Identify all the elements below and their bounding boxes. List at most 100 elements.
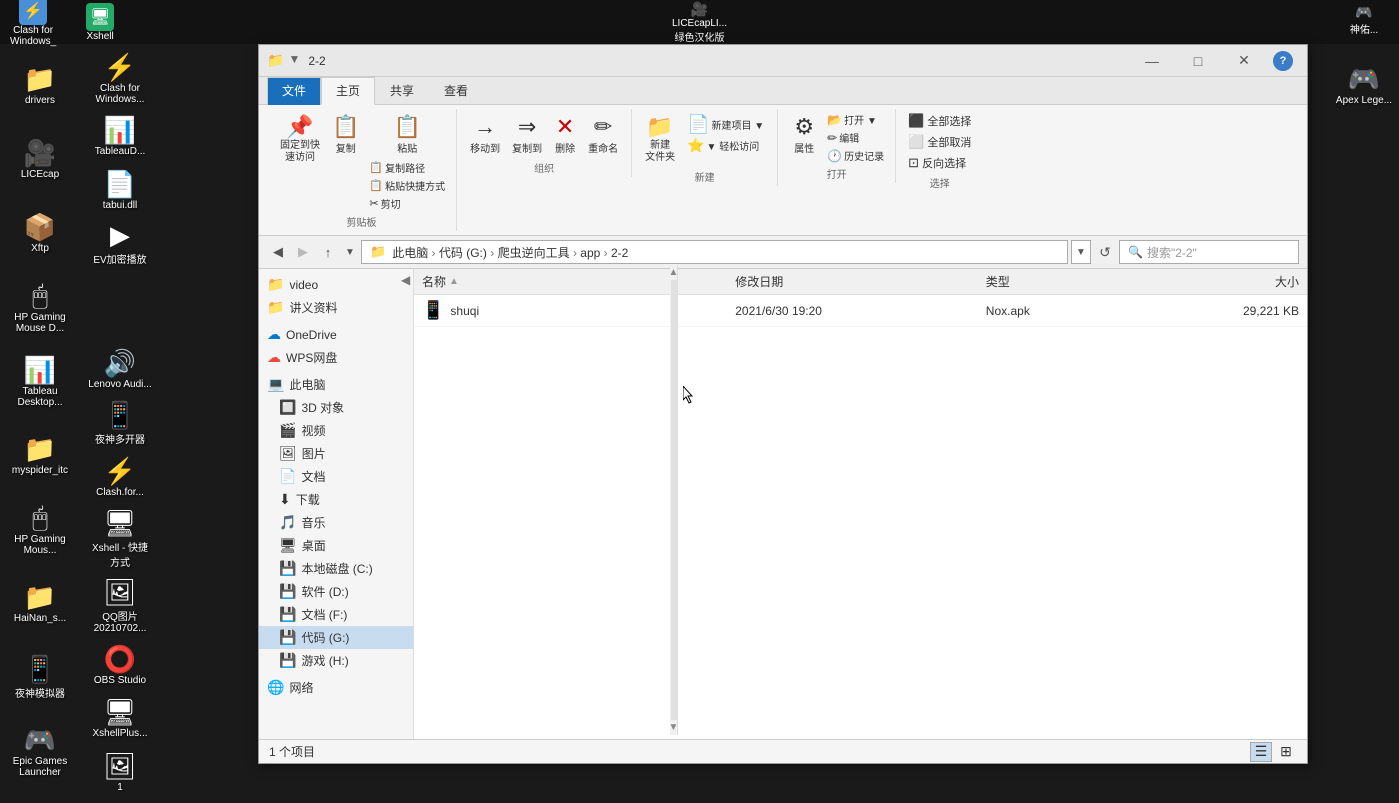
- right-desktop-area: 🎮 Apex Lege...: [1329, 44, 1399, 803]
- desktop-icon-drivers[interactable]: 📁 drivers: [4, 49, 76, 121]
- edit-btn[interactable]: ✏ 编辑: [824, 129, 887, 146]
- sidebar-item-network[interactable]: 🌐 网络: [259, 676, 413, 699]
- sidebar-item-pics[interactable]: 🖼 图片: [259, 442, 413, 465]
- desktop-icon-epic[interactable]: 🎮 Epic Games Launcher: [4, 715, 76, 787]
- search-box[interactable]: 🔍 搜索"2-2": [1119, 240, 1299, 264]
- desktop-icon-hp2[interactable]: 🖱 HP Gaming Mous...: [4, 493, 76, 565]
- file-list-header: 名称 ▲ 修改日期 类型 大小: [414, 269, 1307, 295]
- delete-btn[interactable]: ✕ 删除: [549, 111, 581, 158]
- scroll-up-arrow[interactable]: ▲: [669, 269, 679, 278]
- desktop-icon-tableau[interactable]: 📊 Tableau Desktop...: [4, 345, 76, 417]
- tab-home[interactable]: 主页: [321, 77, 375, 105]
- file-date-cell: 2021/6/30 19:20: [735, 304, 986, 318]
- paste-shortcut-btn[interactable]: 📋 粘贴快捷方式: [366, 177, 448, 194]
- col-header-name[interactable]: 名称 ▲: [422, 273, 735, 290]
- title-bar: 📁 ▼ 2-2 — □ ✕ ?: [259, 45, 1307, 77]
- taskbar-app-xshell[interactable]: 🖥 Xshell: [86, 3, 114, 42]
- easy-access-btn[interactable]: ⭐ ▼ 轻松访问: [687, 137, 759, 154]
- address-input[interactable]: 📁 此电脑 › 代码 (G:) › 爬虫逆向工具 › app › 2-2: [361, 240, 1068, 264]
- tab-share[interactable]: 共享: [375, 77, 429, 104]
- desktop-icon-hp-gaming[interactable]: 🖱 HP Gaming Mouse D...: [4, 271, 76, 343]
- desktop-icon-xshellplus[interactable]: 🖥 XshellPlus...: [84, 693, 156, 745]
- desktop-icon-obs[interactable]: ⭕ OBS Studio: [84, 639, 156, 691]
- sidebar-item-wps[interactable]: ☁ WPS网盘: [259, 346, 413, 369]
- file-row-shuqi[interactable]: 📱 shuqi 2021/6/30 19:20 Nox.apk 29,221 K…: [414, 295, 1307, 327]
- sidebar-item-docs[interactable]: 📄 文档: [259, 465, 413, 488]
- properties-btn[interactable]: ⚙ 属性: [786, 111, 822, 158]
- refresh-btn[interactable]: ↺: [1094, 241, 1116, 263]
- pin-to-quick-access-btn[interactable]: 📌 固定到快速访问: [275, 111, 325, 167]
- rename-btn[interactable]: ✏ 重命名: [583, 111, 623, 158]
- forward-btn[interactable]: ▶: [292, 241, 314, 263]
- desktop-icon-clash2[interactable]: ⚡ Clash for Windows...: [84, 49, 156, 108]
- sidebar-expand-arrow[interactable]: ◀: [401, 273, 410, 287]
- up-btn[interactable]: ↑: [317, 241, 339, 263]
- new-folder-btn[interactable]: 📁 新建文件夹: [640, 111, 680, 167]
- copy-to-btn[interactable]: ⇒ 复制到: [507, 111, 547, 158]
- tab-file[interactable]: 文件: [267, 77, 321, 105]
- taskbar-app-clash[interactable]: ⚡ Clash for Windows_: [10, 0, 56, 47]
- sidebar-item-desktop[interactable]: 🖥 桌面: [259, 534, 413, 557]
- desktop-icon-licecap[interactable]: 🎥 LICEcap: [4, 123, 76, 195]
- desktop-icon-yeshen2[interactable]: 📱 夜神多开器: [84, 397, 156, 449]
- sidebar-item-jiangyi[interactable]: 📁 讲义资料: [259, 296, 413, 319]
- deselect-all-btn[interactable]: ⬜ 全部取消: [904, 132, 975, 152]
- desktop-icon-tableau2[interactable]: 📊 TableauD...: [84, 110, 156, 162]
- ribbon-group-select: ⬛ 全部选择 ⬜ 全部取消 ⊡ 反向选择 选择: [896, 109, 983, 192]
- sidebar-item-video2[interactable]: 🎬 视频: [259, 419, 413, 442]
- sidebar-item-local-c[interactable]: 💾 本地磁盘 (C:): [259, 557, 413, 580]
- dropdown-btn[interactable]: ▼: [1071, 240, 1091, 264]
- desktop-icon-myspider[interactable]: 📁 myspider_itc: [4, 419, 76, 491]
- scroll-down-arrow[interactable]: ▼: [669, 722, 679, 733]
- close-button[interactable]: ✕: [1221, 45, 1267, 77]
- copy-path-btn[interactable]: 📋 复制路径: [366, 159, 448, 176]
- open-label: 打开: [827, 166, 847, 181]
- desktop-icon-yeshen[interactable]: 📱 夜神模拟器: [4, 641, 76, 713]
- file-name-cell: 📱 shuqi: [422, 300, 735, 321]
- recent-locations-btn[interactable]: ▼: [342, 241, 358, 263]
- copy-btn[interactable]: 📋 复制: [327, 111, 364, 158]
- desktop-icon-xftp[interactable]: 📦 Xftp: [4, 197, 76, 269]
- desktop-icon-tabui[interactable]: 📄 tabui.dll: [84, 164, 156, 216]
- paste-btn[interactable]: 📋 粘贴: [366, 111, 448, 158]
- col-header-type[interactable]: 类型: [986, 273, 1174, 290]
- desktop-icon-xshell2[interactable]: 🖥 Xshell - 快捷方式: [84, 505, 156, 572]
- new-item-btn[interactable]: 📄 新建项目 ▼ ⭐ ▼ 轻松访问: [682, 111, 769, 157]
- select-all-btn[interactable]: ⬛ 全部选择: [904, 111, 975, 131]
- desktop-icon-lenovo[interactable]: 🔊 Lenovo Audi...: [84, 343, 156, 395]
- shenyu-icon[interactable]: 🎮: [1355, 4, 1372, 21]
- tab-view[interactable]: 查看: [429, 77, 483, 104]
- maximize-button[interactable]: □: [1175, 45, 1221, 77]
- view-list-btn[interactable]: ☰: [1250, 742, 1272, 762]
- licecap-taskbar[interactable]: 🎥 LICEcapLI... 绿色汉化版: [672, 1, 727, 44]
- sidebar-item-downloads[interactable]: ⬇ 下载: [259, 488, 413, 511]
- desktop-icon-apex[interactable]: 🎮 Apex Lege...: [1331, 49, 1397, 121]
- desktop-icon-hainan[interactable]: 📁 HaiNan_s...: [4, 567, 76, 639]
- col-header-size[interactable]: 大小: [1174, 273, 1299, 290]
- sidebar-item-thispc[interactable]: 💻 此电脑: [259, 373, 413, 396]
- move-to-btn[interactable]: → 移动到: [465, 111, 505, 158]
- open-right-group: 📂 打开 ▼ ✏ 编辑 🕐 历史记录: [824, 111, 887, 164]
- history-btn[interactable]: 🕐 历史记录: [824, 147, 887, 164]
- open-btn[interactable]: 📂 打开 ▼: [824, 111, 887, 128]
- sidebar-item-onedrive[interactable]: ☁ OneDrive: [259, 323, 413, 346]
- cut-btn[interactable]: ✂ 剪切: [366, 195, 448, 212]
- sidebar-item-video[interactable]: 📁 video: [259, 273, 413, 296]
- sidebar-item-3d[interactable]: 🔲 3D 对象: [259, 396, 413, 419]
- sidebar-item-code-g[interactable]: 💾 代码 (G:): [259, 626, 413, 649]
- desktop-icon-qqpics[interactable]: 🖼 QQ图片 20210702...: [84, 574, 156, 637]
- desktop-icon-clash3[interactable]: ⚡ Clash.for...: [84, 451, 156, 503]
- sidebar-item-game-h[interactable]: 💾 游戏 (H:): [259, 649, 413, 672]
- address-bar: ◀ ▶ ↑ ▼ 📁 此电脑 › 代码 (G:) › 爬虫逆向工具 › app ›…: [259, 236, 1307, 269]
- desktop-icon-gif1[interactable]: 🖼 1: [84, 746, 156, 798]
- sidebar-item-doc-f[interactable]: 💾 文档 (F:): [259, 603, 413, 626]
- minimize-button[interactable]: —: [1129, 45, 1175, 77]
- help-button[interactable]: ?: [1273, 51, 1293, 71]
- view-large-btn[interactable]: ⊞: [1275, 742, 1297, 762]
- sidebar-item-soft-d[interactable]: 💾 软件 (D:): [259, 580, 413, 603]
- col-header-date[interactable]: 修改日期: [735, 273, 986, 290]
- sidebar-item-music[interactable]: 🎵 音乐: [259, 511, 413, 534]
- back-btn[interactable]: ◀: [267, 241, 289, 263]
- desktop-icon-ev[interactable]: ▶ EV加密播放: [84, 217, 156, 269]
- invert-selection-btn[interactable]: ⊡ 反向选择: [904, 153, 975, 173]
